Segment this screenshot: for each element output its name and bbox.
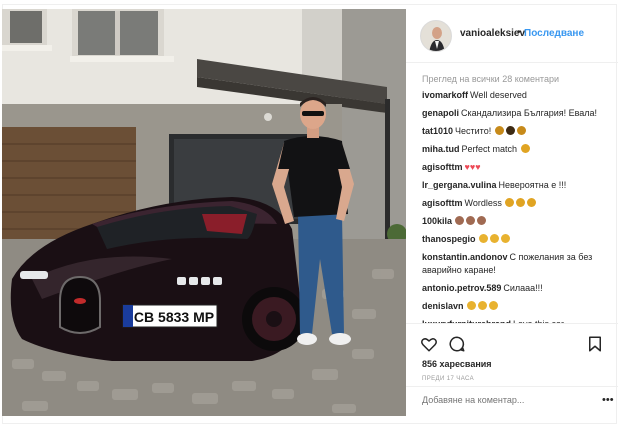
- comment-text: Скандализира България! Евала!: [461, 108, 598, 118]
- comment-text: Well deserved: [470, 90, 527, 100]
- emoji-icon: [500, 234, 510, 243]
- emoji-icon: [488, 301, 498, 310]
- comment-item: thanospegio: [422, 233, 612, 246]
- comment-text: Wordless: [464, 198, 502, 208]
- username-link[interactable]: vanioaleksiev: [460, 28, 525, 39]
- emoji-icon: [516, 126, 526, 135]
- emoji-icon: [466, 216, 476, 225]
- post-header: vanioaleksiev • Последване: [406, 9, 618, 63]
- comment-item: tat1010 Честито!: [422, 125, 612, 138]
- license-plate-text: CB 5833 MP: [134, 309, 214, 325]
- add-comment-input[interactable]: [422, 395, 592, 405]
- emoji-icon: [489, 234, 499, 243]
- comment-item: lr_gergana.vulina Невероятна е !!!: [422, 179, 612, 192]
- comment-item: 100kila: [422, 215, 612, 228]
- post-photo[interactable]: CB 5833 MP: [2, 9, 406, 416]
- post-side-panel: vanioaleksiev • Последване Преглед на вс…: [406, 9, 618, 416]
- comment-username[interactable]: miha.tud: [422, 144, 460, 154]
- comment-item: miha.tud Perfect match: [422, 143, 612, 156]
- more-options-icon[interactable]: •••: [602, 394, 614, 406]
- comment-username[interactable]: agisofttm: [422, 198, 463, 208]
- emoji-icon: [455, 216, 465, 225]
- post-time: ПРЕДИ 17 ЧАСА: [422, 376, 474, 382]
- emoji-icon: [477, 216, 487, 225]
- comment-username[interactable]: antonio.petrov.589: [422, 283, 501, 293]
- emoji-icon: [477, 301, 487, 310]
- comment-username[interactable]: konstantin.andonov: [422, 252, 508, 262]
- comment-item: konstantin.andonov С пожелания за без ава…: [422, 251, 612, 277]
- comment-item: genapoli Скандализира България! Евала!: [422, 107, 612, 120]
- follow-button[interactable]: Последване: [524, 28, 584, 39]
- emoji-icon: [505, 126, 515, 135]
- comment-username[interactable]: ivomarkoff: [422, 90, 468, 100]
- emoji-icon: [494, 126, 504, 135]
- actions-divider: [406, 323, 618, 324]
- comment-text: Невероятна е !!!: [498, 180, 567, 190]
- emoji-icon: [478, 234, 488, 243]
- comment-item: antonio.petrov.589 Силааа!!!: [422, 282, 612, 295]
- photo-scene: CB 5833 MP: [2, 9, 406, 416]
- emoji-icon: [505, 198, 515, 207]
- comment-username[interactable]: thanospegio: [422, 234, 476, 244]
- comment-text: Честито!: [455, 126, 492, 136]
- comment-username[interactable]: denislavn: [422, 301, 464, 311]
- likes-count[interactable]: 856 харесвания: [422, 359, 492, 369]
- comment-username[interactable]: genapoli: [422, 108, 459, 118]
- heart-emoji-icon: ♥: [475, 162, 481, 172]
- emoji-icon: [527, 198, 537, 207]
- heart-outline-icon[interactable]: [420, 335, 438, 353]
- comment-bubble-icon[interactable]: [448, 335, 466, 353]
- instagram-post: CB 5833 MP vanioaleksiev • Последване Пр…: [0, 0, 620, 427]
- comment-username[interactable]: tat1010: [422, 126, 453, 136]
- avatar-image: [421, 21, 451, 51]
- emoji-icon: [466, 301, 476, 310]
- emoji-icon: [520, 144, 530, 153]
- comment-item: ivomarkoff Well deserved: [422, 89, 612, 102]
- comment-item: denislavn: [422, 300, 612, 313]
- comments-list: Преглед на всички 28 коментари ivomarkof…: [422, 69, 612, 323]
- view-all-comments-link[interactable]: Преглед на всички 28 коментари: [422, 69, 612, 89]
- comment-username[interactable]: agisofttm: [422, 162, 463, 172]
- add-comment-divider: [406, 386, 618, 387]
- bookmark-icon[interactable]: [586, 335, 604, 353]
- avatar[interactable]: [420, 20, 452, 52]
- comment-text: Perfect match: [461, 144, 518, 154]
- emoji-icon: [516, 198, 526, 207]
- comment-item: agisofttm ♥♥♥: [422, 161, 612, 174]
- comment-item: agisofttm Wordless: [422, 197, 612, 210]
- comment-text: Силааа!!!: [503, 283, 543, 293]
- comment-username[interactable]: 100kila: [422, 216, 452, 226]
- comment-username[interactable]: lr_gergana.vulina: [422, 180, 497, 190]
- header-separator: •: [517, 27, 521, 38]
